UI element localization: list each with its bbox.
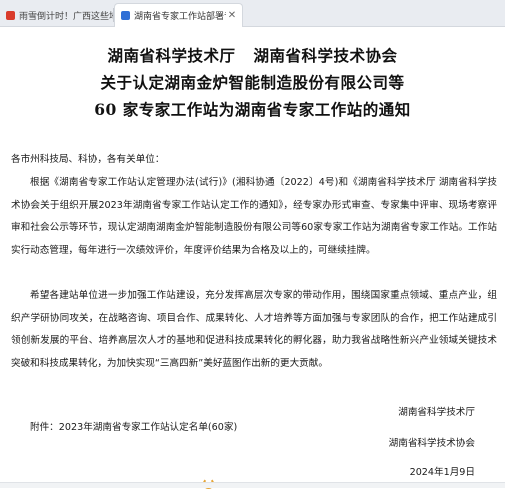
signature-science-department: 湖南省科学技术厅 — [398, 407, 475, 418]
browser-tab-bar: 雨雪倒计时！广西这些地方将出现 湖南省专家工作站部署专题文件说明 ✕ — [0, 0, 505, 27]
browser-tab-document[interactable]: 湖南省专家工作站部署专题文件说明 ✕ — [114, 3, 243, 27]
issuer-science-association: 湖南省科学技术协会 — [253, 46, 398, 65]
close-icon[interactable]: ✕ — [226, 10, 238, 21]
salutation: 各市州科技局、科协，各有关单位： — [11, 154, 165, 165]
tab-title: 湖南省专家工作站部署专题文件说明 — [134, 12, 226, 22]
notice-title-line-2: 关于认定湖南金炉智能制造股份有限公司等 — [100, 73, 405, 92]
issuer-science-department: 湖南省科学技术厅 — [107, 46, 236, 65]
document-site-icon — [121, 11, 130, 20]
paragraph-2: 希望各建站单位进一步加强工作站建设，充分发挥高层次专家的带动作用，围绕国家重点领… — [11, 290, 497, 369]
paragraph-1: 根据《湖南省专家工作站认定管理办法(试行)》(湘科协通〔2022〕4号)和《湖南… — [11, 177, 497, 256]
bottom-scroll-strip — [0, 482, 505, 488]
notice-title-issuers: 湖南省科学技术厅 湖南省科学技术协会 — [0, 44, 505, 66]
notice-title-line-3: 60 家专家工作站为湖南省专家工作站的通知 — [94, 100, 411, 119]
browser-tab-news[interactable]: 雨雪倒计时！广西这些地方将出现 — [0, 3, 113, 27]
tab-title: 雨雪倒计时！广西这些地方将出现 — [19, 11, 113, 22]
news-site-icon — [6, 10, 15, 20]
signature-science-association: 湖南省科学技术协会 — [388, 438, 475, 449]
signature-date: 2024年1月9日 — [409, 467, 475, 478]
document-page: 湖南省科学技术厅 湖南省科学技术协会 关于认定湖南金炉智能制造股份有限公司等 60… — [0, 27, 505, 489]
